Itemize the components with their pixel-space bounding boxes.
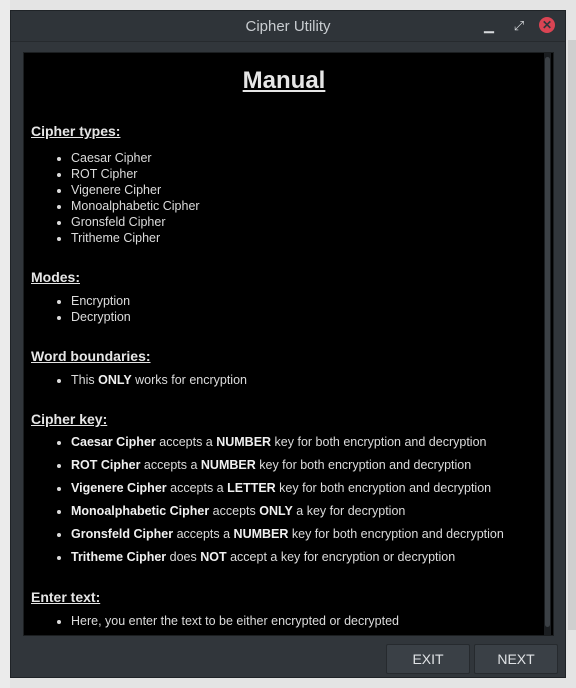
manual-panel: Manual Cipher types: Caesar Cipher ROT C… [23,52,554,636]
manual-title: Manual [242,67,326,94]
close-icon[interactable]: ✕ [539,17,555,33]
modes-list: Encryption Decryption [52,293,131,325]
minimize-icon[interactable]: ▁ [479,16,499,36]
cipher-types-list: Caesar Cipher ROT Cipher Vigenere Cipher… [52,150,200,246]
cipher-key-list: Caesar Cipher accepts a NUMBER key for b… [52,431,504,569]
list-item: Tritheme Cipher [71,230,200,246]
cipher-types-heading: Cipher types: [31,123,121,139]
scrollbar-thumb[interactable] [545,57,550,627]
list-item: Vigenere Cipher accepts a LETTER key for… [71,477,504,500]
title-bar[interactable]: Cipher Utility ▁ ⤢ ✕ [11,11,565,42]
list-item: Monoalphabetic Cipher [71,198,200,214]
next-button[interactable]: NEXT [474,644,558,674]
list-item: Here, you enter the text to be either en… [71,613,399,629]
list-item: ROT Cipher [71,166,200,182]
list-item: Caesar Cipher accepts a NUMBER key for b… [71,431,504,454]
list-item: Gronsfeld Cipher accepts a NUMBER key fo… [71,523,504,546]
desktop-background [0,0,10,688]
list-item: ROT Cipher accepts a NUMBER key for both… [71,454,504,477]
vertical-scrollbar[interactable] [544,53,551,635]
modes-heading: Modes: [31,269,80,285]
maximize-icon[interactable]: ⤢ [509,16,529,36]
list-item: Decryption [71,309,131,325]
enter-text-list: Here, you enter the text to be either en… [52,613,399,629]
word-boundaries-heading: Word boundaries: [31,348,151,364]
word-boundaries-list: This ONLY works for encryption [52,372,247,388]
enter-text-heading: Enter text: [31,589,101,605]
list-item: Gronsfeld Cipher [71,214,200,230]
cipher-utility-window: Cipher Utility ▁ ⤢ ✕ Manual Cipher types… [10,10,566,678]
list-item: This ONLY works for encryption [71,372,247,388]
list-item: Monoalphabetic Cipher accepts ONLY a key… [71,500,504,523]
list-item: Caesar Cipher [71,150,200,166]
exit-button[interactable]: EXIT [386,644,470,674]
cipher-key-heading: Cipher key: [31,411,108,427]
list-item: Vigenere Cipher [71,182,200,198]
list-item: Encryption [71,293,131,309]
background-window-edge [568,40,576,630]
list-item: Tritheme Cipher does NOT accept a key fo… [71,546,504,569]
